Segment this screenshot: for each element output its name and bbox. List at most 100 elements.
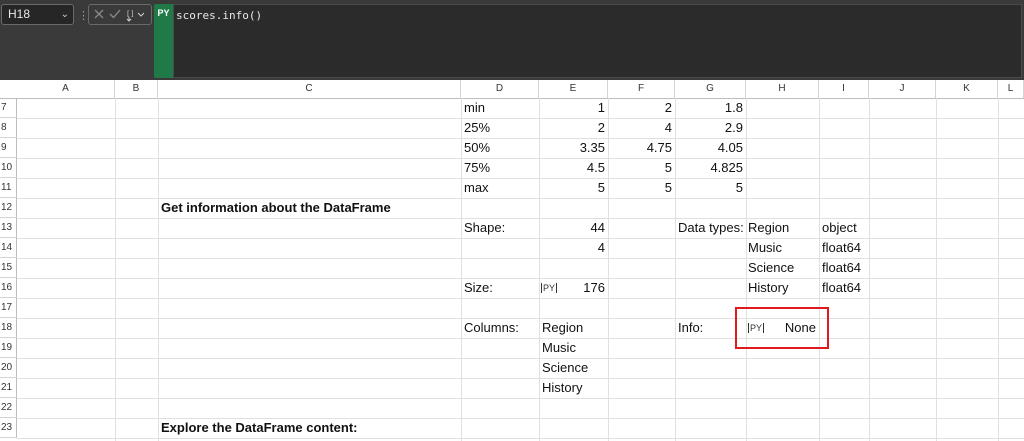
row-header-13[interactable]: 13: [0, 218, 17, 238]
cell-F10[interactable]: 5: [608, 158, 672, 178]
chevron-down-icon[interactable]: ⌄: [61, 5, 69, 24]
row-header-11[interactable]: 11: [0, 178, 17, 198]
column-header-F[interactable]: F: [608, 80, 675, 98]
column-header-C[interactable]: C: [158, 80, 461, 98]
cell-G10[interactable]: 4.825: [675, 158, 743, 178]
cell-D10[interactable]: 75%: [464, 158, 490, 178]
cell-E7[interactable]: 1: [539, 98, 605, 118]
gridline: [17, 398, 1024, 399]
cell-D13-shape-label[interactable]: Shape:: [464, 218, 505, 238]
python-output-type-icon[interactable]: []: [125, 8, 147, 22]
cell-E10[interactable]: 4.5: [539, 158, 605, 178]
row-header-12[interactable]: 12: [0, 198, 17, 218]
cell-H15[interactable]: Science: [748, 258, 794, 278]
formula-buttons: []: [88, 4, 152, 25]
name-box[interactable]: H18 ⌄: [1, 4, 74, 25]
row-header-16[interactable]: 16: [0, 278, 17, 298]
cell-E20[interactable]: Science: [542, 358, 588, 378]
cell-I15[interactable]: float64: [822, 258, 861, 278]
column-header-D[interactable]: D: [461, 80, 539, 98]
cell-G8[interactable]: 2.9: [675, 118, 743, 138]
cell-E8[interactable]: 2: [539, 118, 605, 138]
column-header-G[interactable]: G: [675, 80, 746, 98]
section-title-info[interactable]: Get information about the DataFrame: [161, 198, 391, 218]
cell-G13-datatypes-label[interactable]: Data types:: [678, 218, 744, 238]
python-object-icon[interactable]: PY: [541, 283, 558, 293]
cell-I14[interactable]: float64: [822, 238, 861, 258]
cell-I13[interactable]: object: [822, 218, 857, 238]
column-header-H[interactable]: H: [746, 80, 819, 98]
cell-D7[interactable]: min: [464, 98, 485, 118]
column-header-A[interactable]: A: [17, 80, 115, 98]
cell-E19[interactable]: Music: [542, 338, 576, 358]
gridline: [998, 98, 999, 441]
cell-H16[interactable]: History: [748, 278, 788, 298]
gridline: [17, 298, 1024, 299]
cell-D16-size-label[interactable]: Size:: [464, 278, 493, 298]
formula-input[interactable]: scores.info(): [173, 4, 1022, 78]
row-header-19[interactable]: 19: [0, 338, 17, 358]
column-header-I[interactable]: I: [819, 80, 869, 98]
row-header-22[interactable]: 22: [0, 398, 17, 418]
cell-G9[interactable]: 4.05: [675, 138, 743, 158]
gridline: [17, 318, 1024, 319]
row-header-8[interactable]: 8: [0, 118, 17, 138]
gridline: [17, 158, 1024, 159]
cell-E14-shape-cols[interactable]: 4: [539, 238, 605, 258]
cancel-icon[interactable]: [93, 8, 105, 20]
column-header-E[interactable]: E: [539, 80, 608, 98]
gridline: [17, 258, 1024, 259]
cell-H14[interactable]: Music: [748, 238, 782, 258]
gridline: [17, 378, 1024, 379]
cell-F11[interactable]: 5: [608, 178, 672, 198]
row-header-7[interactable]: 7: [0, 98, 17, 118]
cell-E13-shape-rows[interactable]: 44: [539, 218, 605, 238]
row-header-23[interactable]: 23: [0, 418, 17, 438]
cell-E16-size[interactable]: PY 176: [541, 278, 605, 298]
cell-D11[interactable]: max: [464, 178, 489, 198]
row-header-20[interactable]: 20: [0, 358, 17, 378]
cell-E9[interactable]: 3.35: [539, 138, 605, 158]
row-header-15[interactable]: 15: [0, 258, 17, 278]
python-badge: PY: [154, 4, 173, 78]
size-value: 176: [583, 280, 605, 295]
cell-E18[interactable]: Region: [542, 318, 583, 338]
enter-check-icon[interactable]: [109, 8, 121, 20]
row-header-18[interactable]: 18: [0, 318, 17, 338]
cell-E21[interactable]: History: [542, 378, 582, 398]
cell-E11[interactable]: 5: [539, 178, 605, 198]
column-header-J[interactable]: J: [869, 80, 936, 98]
cell-G11[interactable]: 5: [675, 178, 743, 198]
row-header-9[interactable]: 9: [0, 138, 17, 158]
cell-H13[interactable]: Region: [748, 218, 789, 238]
column-header-L[interactable]: L: [998, 80, 1024, 98]
svg-text:[]: []: [126, 10, 134, 18]
cell-G7[interactable]: 1.8: [675, 98, 743, 118]
gridline: [17, 338, 1024, 339]
column-header-K[interactable]: K: [936, 80, 998, 98]
cell-F8[interactable]: 4: [608, 118, 672, 138]
column-header-B[interactable]: B: [115, 80, 158, 98]
cell-D18-columns-label[interactable]: Columns:: [464, 318, 519, 338]
row-header-17[interactable]: 17: [0, 298, 17, 318]
cell-F7[interactable]: 2: [608, 98, 672, 118]
cell-I16[interactable]: float64: [822, 278, 861, 298]
formula-text: scores.info(): [176, 9, 263, 22]
cell-F9[interactable]: 4.75: [608, 138, 672, 158]
row-header-14[interactable]: 14: [0, 238, 17, 258]
section-title-explore[interactable]: Explore the DataFrame content:: [161, 418, 358, 438]
gridline: [17, 138, 1024, 139]
column-header-bar: A B C D E F G H I J K L: [0, 80, 1024, 99]
cell-D9[interactable]: 50%: [464, 138, 490, 158]
name-box-value: H18: [8, 7, 31, 21]
row-header-10[interactable]: 10: [0, 158, 17, 178]
gridline: [17, 218, 1024, 219]
cell-D8[interactable]: 25%: [464, 118, 490, 138]
gridline: [158, 98, 159, 441]
highlight-box: [735, 307, 829, 349]
gridline: [115, 98, 116, 441]
cell-G18-info-label[interactable]: Info:: [678, 318, 703, 338]
row-header-21[interactable]: 21: [0, 378, 17, 398]
gridline: [869, 98, 870, 441]
gridline: [17, 238, 1024, 239]
